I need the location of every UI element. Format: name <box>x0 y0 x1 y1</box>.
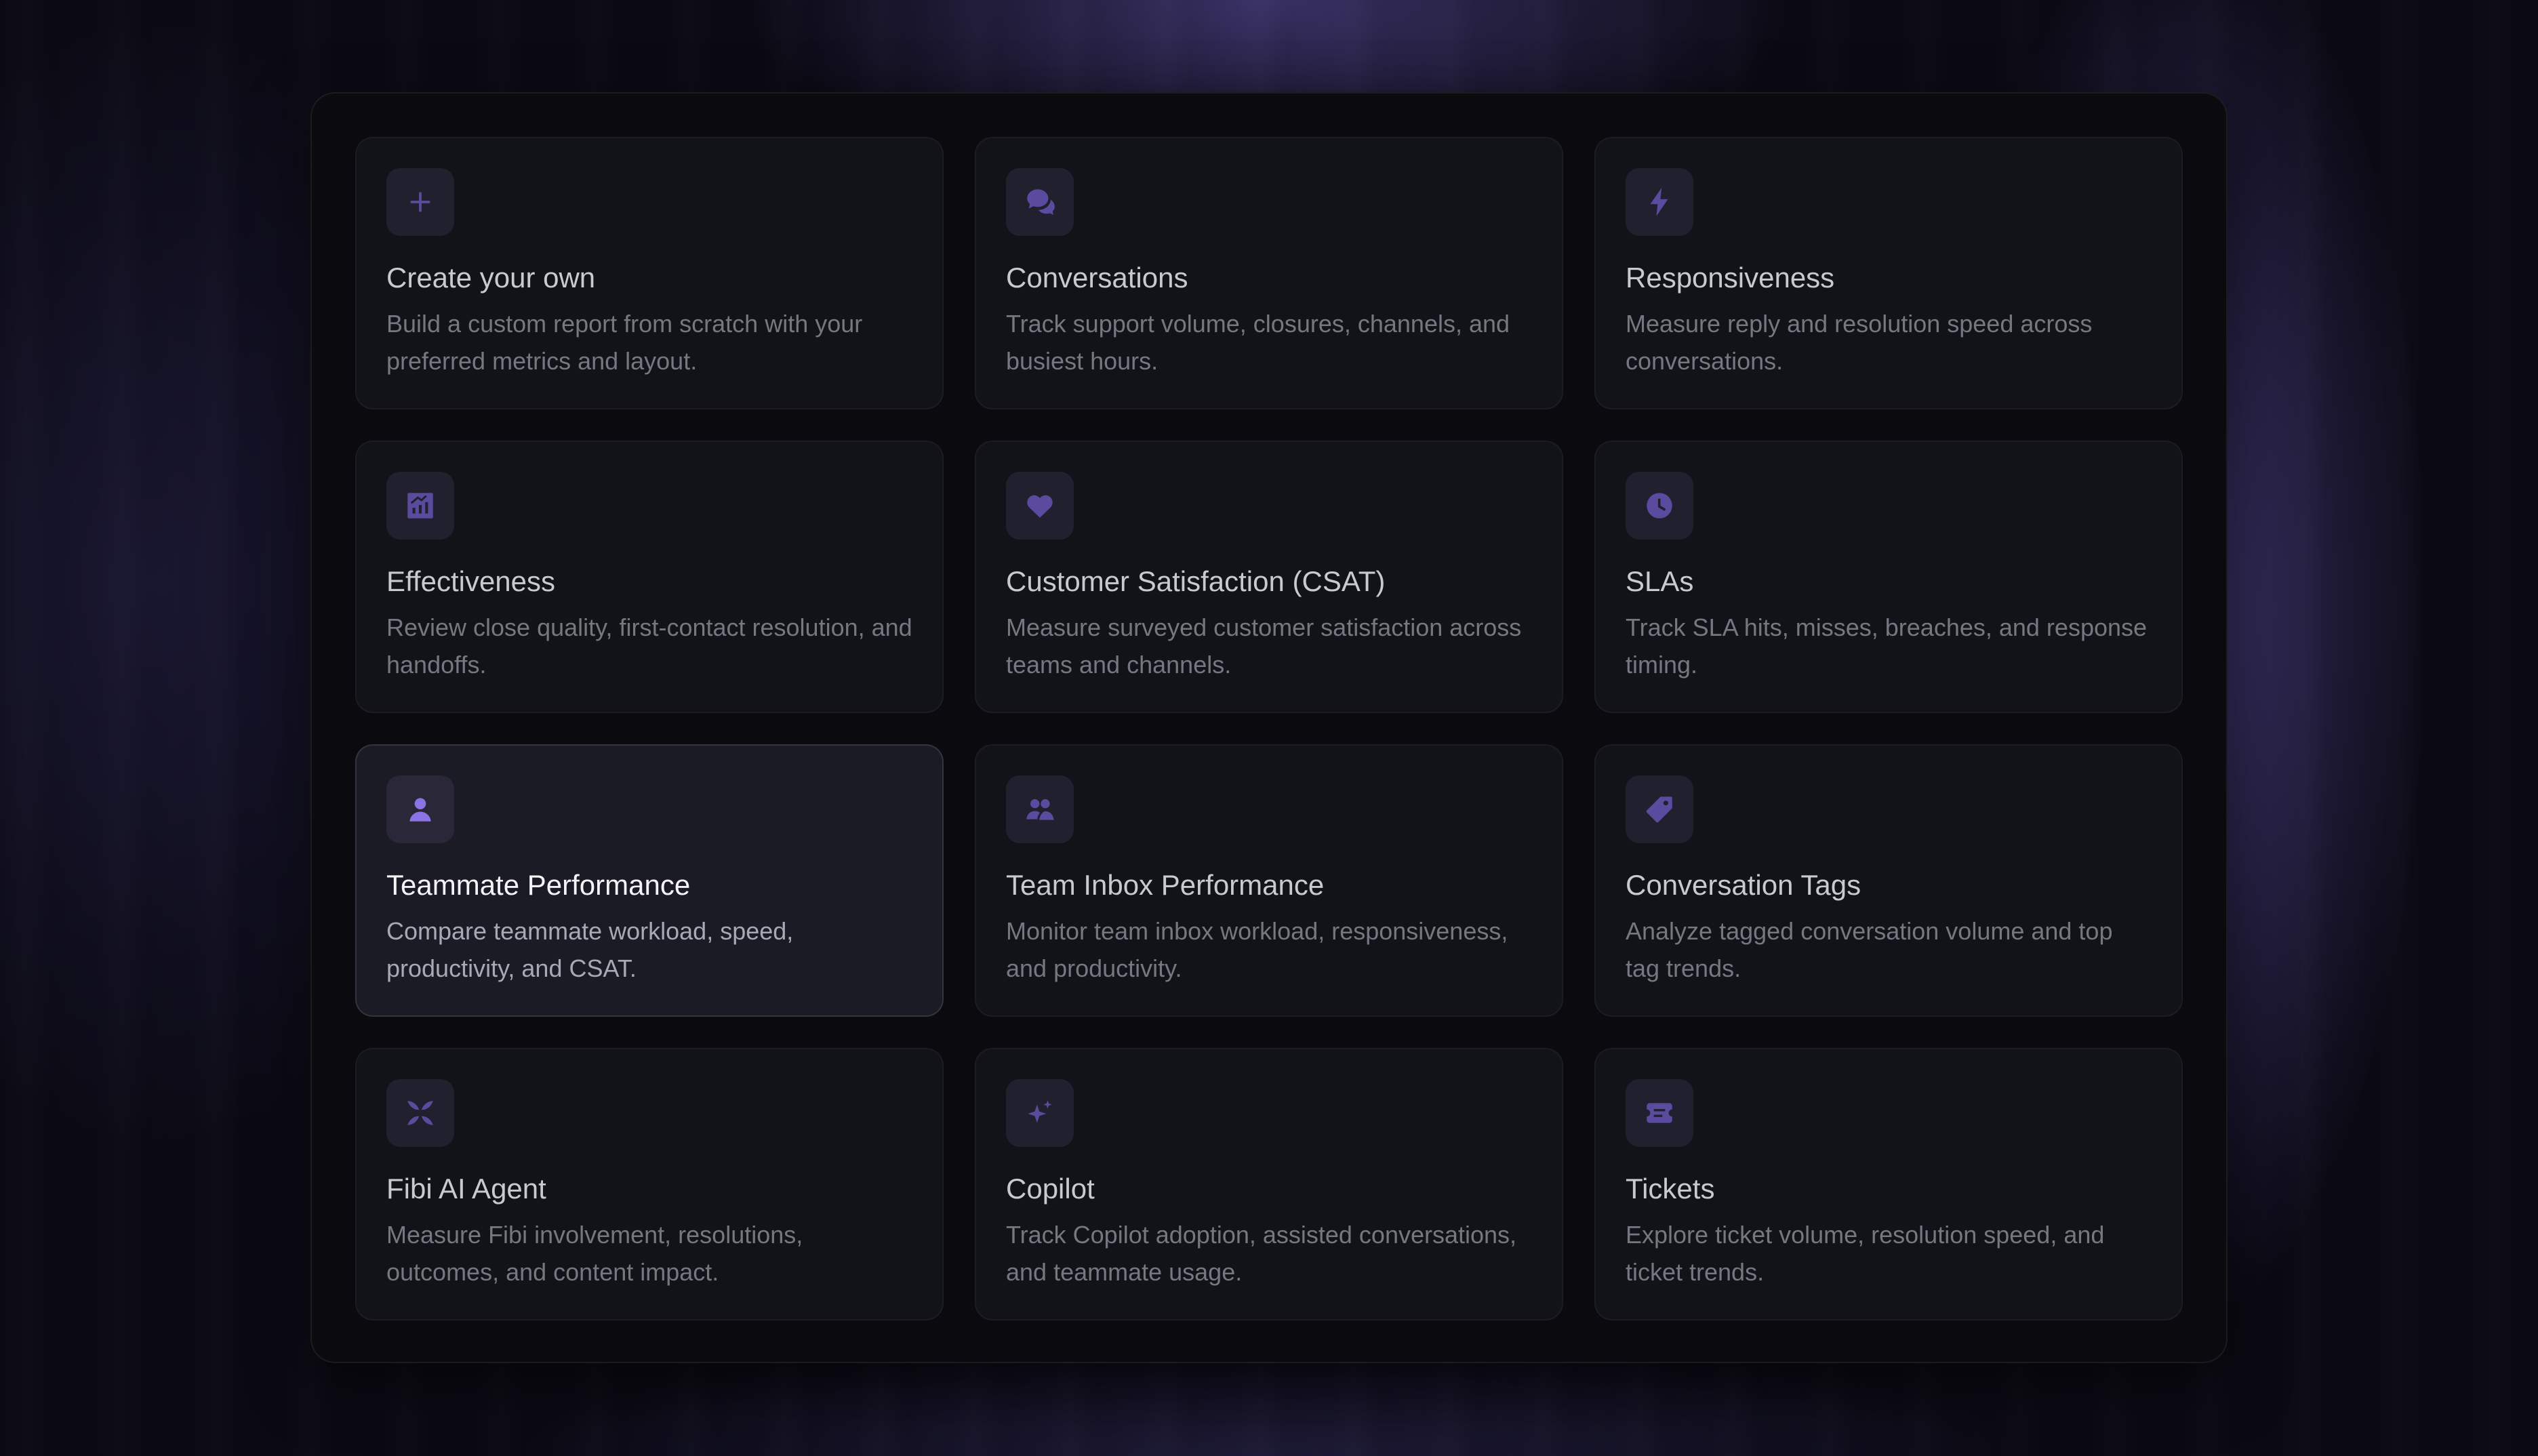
card-description: Analyze tagged conversation volume and t… <box>1626 917 2113 982</box>
tag-icon <box>1626 775 1693 843</box>
report-card-conversation-tags[interactable]: Conversation Tags Analyze tagged convers… <box>1594 744 2183 1017</box>
card-description: Measure Fibi involvement, resolutions, o… <box>386 1221 803 1286</box>
clock-icon <box>1626 472 1693 540</box>
card-title: Fibi AI Agent <box>386 1173 546 1205</box>
card-description: Explore ticket volume, resolution speed,… <box>1626 1221 2105 1286</box>
report-card-tickets[interactable]: Tickets Explore ticket volume, resolutio… <box>1594 1048 2183 1320</box>
report-templates-panel: Create your own Build a custom report fr… <box>310 92 2228 1363</box>
card-description: Measure reply and resolution speed acros… <box>1626 310 2093 375</box>
card-description: Track Copilot adoption, assisted convers… <box>1006 1221 1517 1286</box>
card-description: Monitor team inbox workload, responsiven… <box>1006 917 1508 982</box>
card-description: Build a custom report from scratch with … <box>386 310 863 375</box>
report-card-csat[interactable]: Customer Satisfaction (CSAT) Measure sur… <box>975 441 1563 713</box>
card-description: Review close quality, first-contact reso… <box>386 613 912 679</box>
card-title: Responsiveness <box>1626 262 1835 294</box>
card-title: Team Inbox Performance <box>1006 869 1325 901</box>
report-card-effectiveness[interactable]: Effectiveness Review close quality, firs… <box>355 441 944 713</box>
card-description: Track support volume, closures, channels… <box>1006 310 1510 375</box>
card-title: SLAs <box>1626 565 1694 597</box>
card-description: Measure surveyed customer satisfaction a… <box>1006 613 1522 679</box>
sparkles-icon <box>1006 1079 1074 1147</box>
report-card-copilot[interactable]: Copilot Track Copilot adoption, assisted… <box>975 1048 1563 1320</box>
report-card-fibi-ai-agent[interactable]: Fibi AI Agent Measure Fibi involvement, … <box>355 1048 944 1320</box>
lightning-bolt-icon <box>1626 168 1693 236</box>
chart-growth-icon <box>386 472 454 540</box>
report-card-create-your-own[interactable]: Create your own Build a custom report fr… <box>355 137 944 409</box>
report-card-teammate-performance[interactable]: Teammate Performance Compare teammate wo… <box>355 744 944 1017</box>
card-title: Tickets <box>1626 1173 1715 1205</box>
card-title: Customer Satisfaction (CSAT) <box>1006 565 1386 597</box>
plus-icon <box>386 168 454 236</box>
card-description: Track SLA hits, misses, breaches, and re… <box>1626 613 2148 679</box>
card-title: Teammate Performance <box>386 869 691 901</box>
report-card-team-inbox-performance[interactable]: Team Inbox Performance Monitor team inbo… <box>975 744 1563 1017</box>
ticket-icon <box>1626 1079 1693 1147</box>
report-card-slas[interactable]: SLAs Track SLA hits, misses, breaches, a… <box>1594 441 2183 713</box>
fibi-logo-icon <box>386 1079 454 1147</box>
card-title: Conversations <box>1006 262 1188 294</box>
card-description: Compare teammate workload, speed, produc… <box>386 917 794 982</box>
team-icon <box>1006 775 1074 843</box>
card-title: Conversation Tags <box>1626 869 1861 901</box>
card-title: Effectiveness <box>386 565 556 597</box>
person-icon <box>386 775 454 843</box>
card-title: Copilot <box>1006 1173 1095 1205</box>
card-title: Create your own <box>386 262 596 294</box>
chat-bubbles-icon <box>1006 168 1074 236</box>
report-card-conversations[interactable]: Conversations Track support volume, clos… <box>975 137 1563 409</box>
heart-icon <box>1006 472 1074 540</box>
report-card-responsiveness[interactable]: Responsiveness Measure reply and resolut… <box>1594 137 2183 409</box>
report-templates-grid: Create your own Build a custom report fr… <box>355 137 2183 1320</box>
